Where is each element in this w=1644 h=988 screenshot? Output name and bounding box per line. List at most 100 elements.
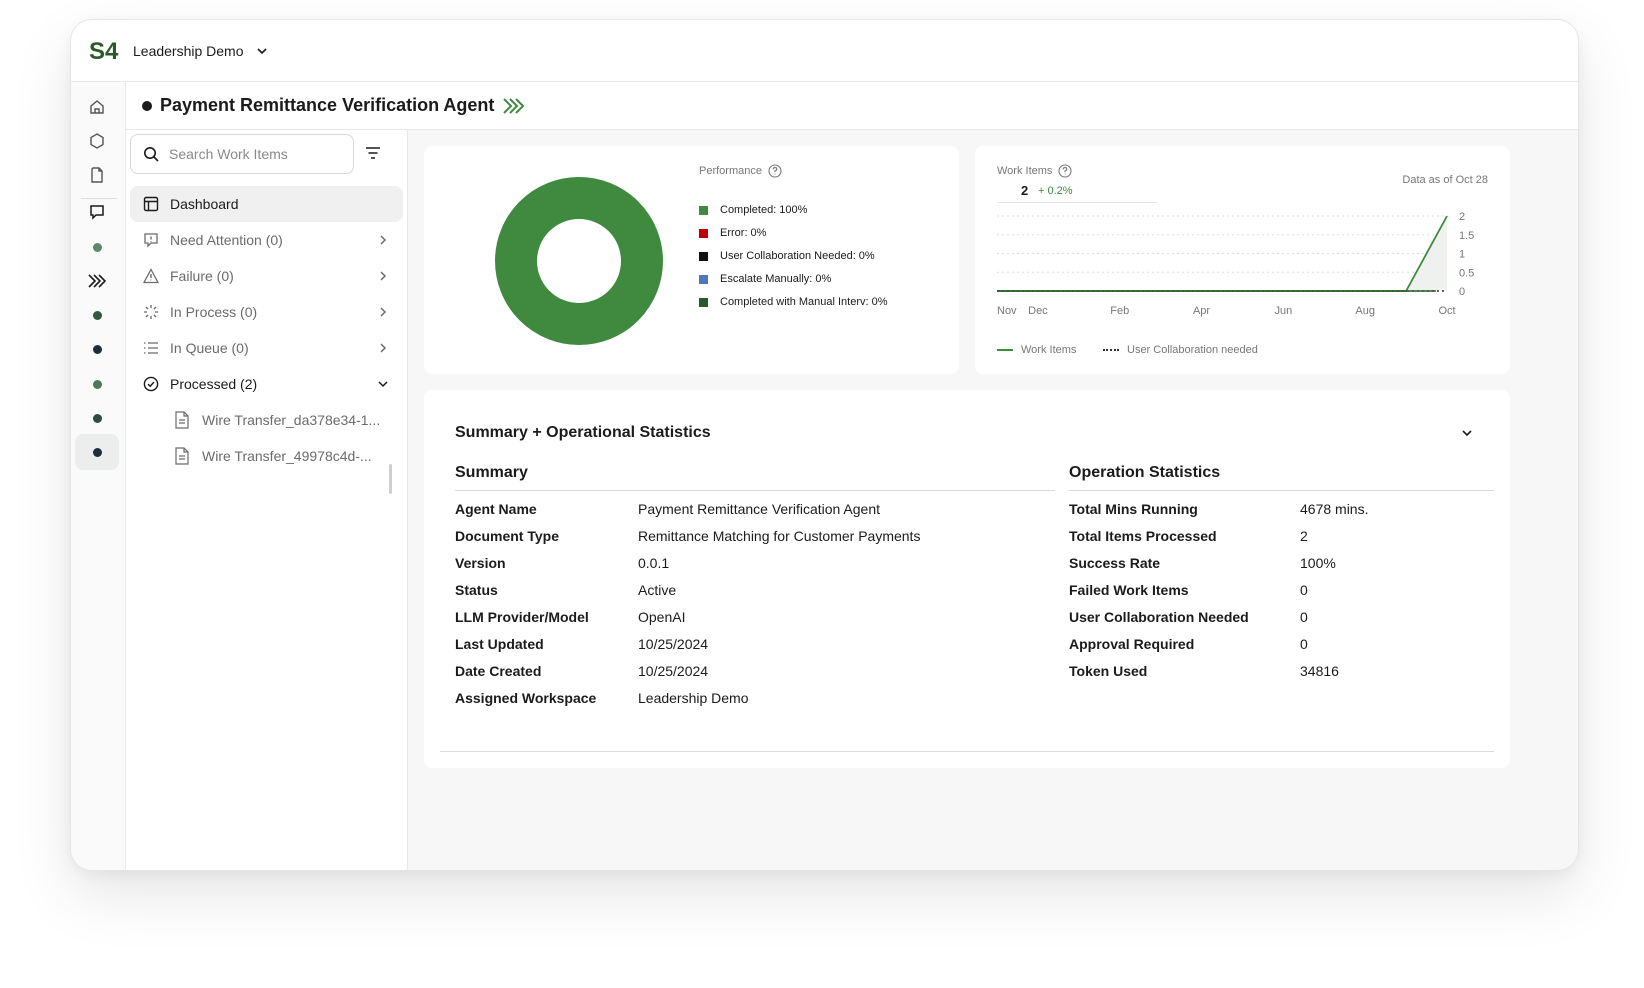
rail-models[interactable] [75,125,119,157]
ops-row: Token Used 34816 [1069,663,1339,679]
summary-key: Document Type [455,528,559,544]
x-tick-label: Oct [1438,305,1455,317]
work-items-line-chart: 2 1.5 1 0.5 0 Nov Dec Feb Apr Jun Aug Oct [997,211,1474,317]
legend-work-items: Work Items [997,344,1076,356]
ops-row: Total Items Processed 2 [1069,528,1308,544]
donut-slice [495,177,663,345]
summary-value: Payment Remittance Verification Agent [638,501,881,517]
chevron-down-icon[interactable] [256,45,268,57]
panel-scrollbar[interactable] [389,464,392,494]
file-icon [175,411,189,429]
help-icon[interactable] [768,164,782,178]
rail-home[interactable] [75,91,119,123]
workspace-name[interactable]: Leadership Demo [133,43,244,59]
rail-agents[interactable] [75,265,119,297]
performance-label: Performance [699,164,782,178]
summary-row: LLM Provider/Model OpenAI [455,609,685,625]
rail-agent-5[interactable] [75,402,119,434]
rail-agent-active[interactable] [75,434,119,470]
divider [440,751,1494,752]
legend-work-items-label: Work Items [1021,344,1077,356]
nav-label: Failure (0) [170,268,234,284]
search-icon [144,147,159,162]
rail-agent-2[interactable] [75,299,119,331]
rail-documents[interactable] [75,159,119,191]
agent-status-dot [92,310,102,320]
nav-processed[interactable]: Processed (2) [130,366,403,402]
ops-value: 0 [1300,582,1308,598]
nav-label: In Queue (0) [170,340,249,356]
ops-value: 100% [1300,555,1336,571]
chevron-right-icon [380,343,387,353]
rail-agent-4[interactable] [75,368,119,400]
legend-item: Completed: 100% [699,204,807,216]
ops-value: 34816 [1300,663,1339,679]
summary-key: Assigned Workspace [455,690,597,706]
ops-key: User Collaboration Needed [1069,609,1249,625]
warning-icon [142,267,160,285]
ops-row: Approval Required 0 [1069,636,1308,652]
agent-status-dot [92,242,102,252]
x-tick-label: Dec [1028,305,1048,317]
rail-chat[interactable] [75,196,119,228]
summary-key: Last Updated [455,636,544,652]
summary-row: Status Active [455,582,676,598]
legend-item: Error: 0% [699,227,766,239]
x-tick-label: Apr [1193,305,1210,317]
nav-in-queue[interactable]: In Queue (0) [130,330,403,366]
agent-status-dot [142,100,152,111]
chevron-down-icon[interactable] [1460,426,1474,440]
nav-dashboard[interactable]: Dashboard [130,186,403,222]
summary-row: Last Updated 10/25/2024 [455,636,708,652]
processed-item[interactable]: Wire Transfer_da378e34-1... [174,403,398,437]
chevron-right-icon [380,271,387,281]
y-tick-label: 2 [1459,211,1465,223]
check-circle-icon [142,375,160,393]
summary-value: Active [638,582,677,598]
nav-need-attention[interactable]: Need Attention (0) [130,222,403,258]
nav-in-process[interactable]: In Process (0) [130,294,403,330]
agent-status-dot [92,344,102,354]
s4-logo[interactable]: S4 [89,36,127,66]
icon-rail [71,82,126,870]
x-tick-label: Jun [1274,305,1292,317]
x-tick-label: Aug [1355,305,1375,317]
summary-key: Date Created [455,663,542,679]
legend-solid-swatch [997,349,1013,351]
legend-label: User Collaboration Needed: 0% [720,250,875,262]
ops-value: 4678 mins. [1300,501,1369,517]
alert-icon [142,231,160,249]
document-icon [91,167,103,183]
processed-item-label: Wire Transfer_da378e34-1... [202,412,381,428]
rail-agent-3[interactable] [75,333,119,365]
svg-text:S4: S4 [89,38,119,65]
y-tick-label: 0 [1459,286,1465,298]
summary-card: Summary + Operational Statistics Summary… [424,390,1510,768]
nav-failure[interactable]: Failure (0) [130,258,403,294]
ops-value: 0 [1300,636,1308,652]
summary-key: Agent Name [455,501,537,517]
ops-row: Success Rate 100% [1069,555,1336,571]
summary-value: Leadership Demo [638,690,749,706]
work-items-card: Work Items 2 + 0.2% Data as of Oct 28 21… [975,146,1510,374]
filter-button[interactable] [362,142,384,164]
summary-row: Date Created 10/25/2024 [455,663,708,679]
processed-item[interactable]: Wire Transfer_49978c4d-... [174,439,398,473]
file-icon [175,447,189,465]
rail-agent-1[interactable] [75,231,119,263]
summary-section-title: Summary + Operational Statistics [455,424,711,441]
legend-label: Completed: 100% [720,204,808,216]
ops-key: Approval Required [1069,636,1195,652]
summary-key: Status [455,582,498,598]
performance-donut-chart [495,177,663,345]
nav-label: Processed (2) [170,376,258,392]
ops-key: Failed Work Items [1069,582,1189,598]
search-input[interactable] [169,146,339,162]
search-box[interactable] [130,134,354,174]
agent-status-dot [92,413,102,423]
ops-key: Total Mins Running [1069,501,1198,517]
summary-title: Summary [455,464,1055,491]
summary-key: LLM Provider/Model [455,609,589,625]
app-window: S4 Leadership Demo Payment Remittance Ve… [70,19,1579,871]
y-tick-label: 0.5 [1459,267,1474,279]
